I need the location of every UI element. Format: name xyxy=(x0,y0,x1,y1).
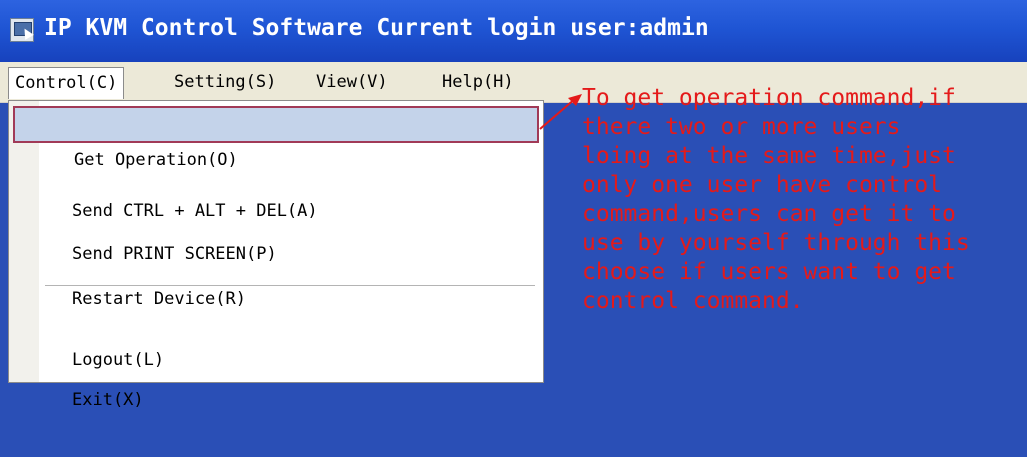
menu-item-label: Exit(X) xyxy=(72,390,144,410)
annotation-line: loing at the same time,just xyxy=(582,143,956,169)
app-window-icon[interactable] xyxy=(10,18,34,42)
annotation-callout: To get operation command,if there two or… xyxy=(582,84,1022,316)
control-dropdown-menu: Get Operation(O) Send CTRL + ALT + DEL(A… xyxy=(8,100,544,410)
menu-item-send-print-screen[interactable]: Send PRINT SCREEN(P) xyxy=(9,197,543,264)
menu-item-get-operation[interactable]: Get Operation(O) xyxy=(13,106,539,170)
menu-control[interactable]: Control(C) xyxy=(8,67,125,99)
menu-separator xyxy=(45,285,535,287)
annotation-line: control command. xyxy=(582,288,804,314)
menu-setting[interactable]: Setting(S) xyxy=(168,69,282,95)
annotation-line: use by yourself through this xyxy=(582,230,970,256)
title-bar: IP KVM Control Software Current login us… xyxy=(0,0,1027,62)
menu-help[interactable]: Help(H) xyxy=(436,69,520,95)
annotation-line: To get operation command,if xyxy=(582,85,956,111)
menu-item-logout[interactable]: Logout(L) xyxy=(9,303,543,370)
menu-item-restart-device[interactable]: Restart Device(R) xyxy=(9,242,543,309)
menu-item-exit[interactable]: Exit(X) xyxy=(9,343,543,410)
annotation-line: there two or more users xyxy=(582,114,901,140)
annotation-line: only one user have control xyxy=(582,172,943,198)
window-title: IP KVM Control Software Current login us… xyxy=(44,15,709,41)
menu-item-send-ctrl-alt-del[interactable]: Send CTRL + ALT + DEL(A) xyxy=(9,154,543,221)
annotation-line: command,users can get it to xyxy=(582,201,956,227)
annotation-line: choose if users want to get xyxy=(582,259,956,285)
menu-view[interactable]: View(V) xyxy=(310,69,394,95)
